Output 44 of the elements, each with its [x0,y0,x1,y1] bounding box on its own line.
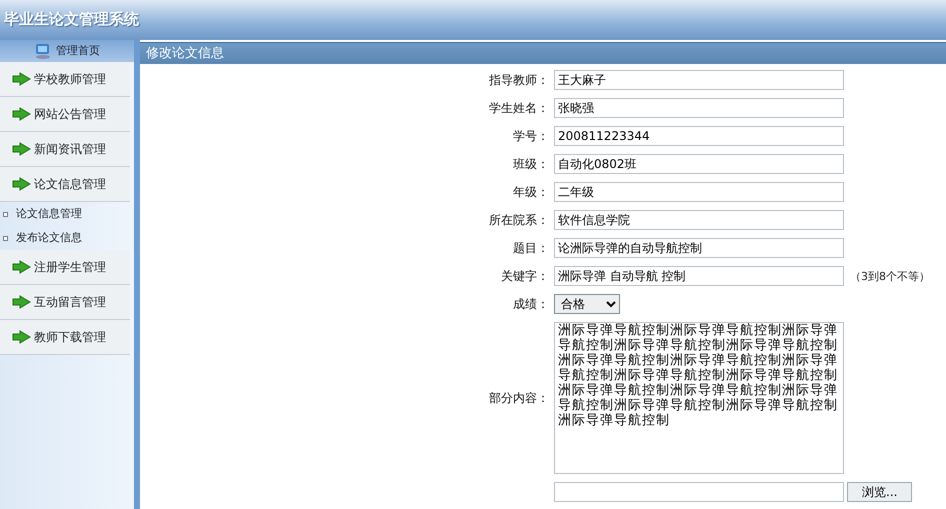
grade-select[interactable]: 合格 [554,294,620,314]
file-path-field[interactable] [554,482,844,502]
text-field[interactable]: 论洲际导弹的自动导航控制 [554,238,844,258]
field-label: 部分内容： [489,391,549,405]
arrow-icon [12,107,31,121]
text-field[interactable]: 王大麻子 [554,70,844,90]
submenu-link[interactable]: 论文信息管理 [16,206,82,222]
submenu-link[interactable]: 发布论文信息 [16,230,82,246]
arrow-icon [12,177,31,191]
arrow-icon [12,330,31,344]
menu-item[interactable]: 教师下载管理 [0,320,130,355]
arrow-icon [12,295,31,309]
arrow-icon [12,72,31,86]
field-label: 年级： [513,185,549,199]
menu-item[interactable]: 学校教师管理 [0,62,130,97]
text-field[interactable]: 自动化0802班 [554,154,844,174]
field-label: 指导教师： [489,73,549,87]
browse-button[interactable]: 浏览... [847,482,912,502]
field-label: 学号： [513,129,549,143]
bullet-icon [3,236,8,240]
text-field[interactable]: 洲际导弹 自动导航 控制 [554,266,844,286]
field-label: 学生姓名： [489,101,549,115]
menu-item[interactable]: 互动留言管理 [0,285,130,320]
field-label: 班级： [513,157,549,171]
field-label: 关键字： [501,269,549,283]
menu-item[interactable]: 网站公告管理 [0,97,130,132]
text-field[interactable]: 张晓强 [554,98,844,118]
arrow-icon [12,142,31,156]
text-field[interactable]: 软件信息学院 [554,210,844,230]
field-label: 题目： [513,241,549,255]
field-hint: （3到8个不等） [849,270,930,283]
app-title: 毕业生论文管理系统 [3,9,139,30]
menu-item[interactable]: 论文信息管理 [0,167,130,202]
computer-icon [34,43,52,59]
field-label: 所在院系： [489,213,549,227]
menu-item[interactable]: 注册学生管理 [0,250,130,285]
arrow-icon [12,260,31,274]
panel-title: 修改论文信息 [140,42,946,64]
menu-item[interactable]: 新闻资讯管理 [0,132,130,167]
bullet-icon [3,212,8,216]
text-field[interactable]: 200811223344 [554,126,844,146]
text-field[interactable]: 二年级 [554,182,844,202]
field-label: 成绩： [513,297,549,311]
content-textarea[interactable]: 洲际导弹导航控制洲际导弹导航控制洲际导弹导航控制洲际导弹导航控制洲际导弹导航控制洲际导弹导航控制洲际导弹导航控制洲际导弹导航控制洲际导弹导航控制洲际导弹导航控制洲际导弹导航控制洲际导弹导航控制洲际导弹导航控制洲际导弹导航控制洲际导弹导航控制洲际导弹导航控制 [554,322,844,474]
